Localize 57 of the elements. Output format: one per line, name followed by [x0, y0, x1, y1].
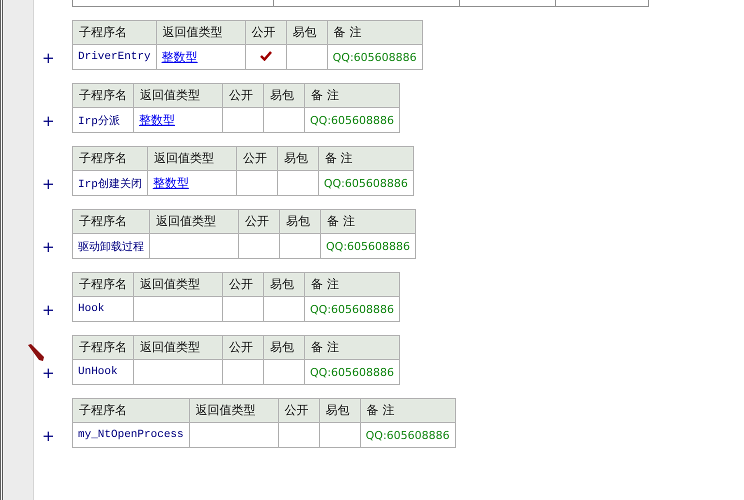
table-cell: QQ:605608886 [304, 296, 400, 322]
table-cell: QQ:605608886 [360, 422, 456, 448]
expand-toggle[interactable]: + [42, 427, 55, 445]
column-header: 备 注 [304, 84, 400, 108]
column-header: 返回值类型 [147, 146, 236, 170]
column-header: 子程序名 [72, 272, 134, 296]
table-cell: QQ:605608886 [320, 234, 416, 258]
column-header: 备 注 [320, 210, 416, 234]
column-header: 易包 [264, 272, 304, 296]
column-header: 子程序名 [72, 84, 134, 108]
column-header: 易包 [264, 336, 304, 360]
expand-toggle[interactable]: + [42, 301, 55, 319]
table-cell: UnHook [72, 360, 134, 384]
column-header: 子程序名 [72, 210, 150, 234]
column-header: 备 注 [360, 398, 456, 422]
expand-toggle[interactable]: + [42, 364, 55, 382]
column-header: 返回值类型 [134, 84, 222, 108]
table-cell: QQ:605608886 [327, 44, 422, 70]
check-icon [260, 51, 272, 61]
table-cell: Irp创建关闭 [72, 170, 148, 196]
column-header: 公开 [236, 146, 278, 170]
expand-toggle[interactable]: + [42, 175, 55, 193]
column-header: 公开 [222, 84, 264, 108]
expand-toggle[interactable]: + [42, 238, 55, 256]
column-header: 易包 [280, 210, 320, 234]
column-header: 备 注 [327, 20, 422, 44]
column-header: 备 注 [304, 336, 400, 360]
column-header: 子程序名 [72, 336, 134, 360]
column-header: 易包 [264, 84, 304, 108]
column-header: 易包 [277, 146, 318, 170]
table-cell: Hook [72, 296, 134, 322]
column-header: 公开 [222, 336, 264, 360]
column-header: 返回值类型 [189, 398, 278, 422]
column-header: 易包 [286, 20, 328, 44]
column-header: 公开 [238, 210, 280, 234]
column-header: 子程序名 [72, 20, 156, 44]
column-header: 返回值类型 [134, 272, 222, 296]
table-cell: DriverEntry [72, 44, 156, 70]
column-header: 返回值类型 [134, 336, 222, 360]
column-header: 返回值类型 [156, 20, 246, 44]
column-header: 备 注 [304, 272, 400, 296]
table-cell: QQ:605608886 [304, 108, 400, 132]
column-header: 易包 [319, 398, 360, 422]
column-header: 公开 [245, 20, 286, 44]
column-header: 返回值类型 [150, 210, 238, 234]
table-cell: QQ:605608886 [318, 170, 414, 196]
table-cell: 驱动卸载过程 [72, 234, 150, 258]
table-cell: Irp分派 [72, 108, 134, 132]
table-cell: my_NtOpenProcess [72, 422, 190, 448]
column-header: 备 注 [318, 146, 414, 170]
expand-toggle[interactable]: + [42, 112, 55, 130]
column-header: 子程序名 [72, 146, 148, 170]
column-header: 子程序名 [72, 398, 190, 422]
expand-toggle[interactable]: + [42, 49, 55, 67]
table-cell: QQ:605608886 [304, 360, 400, 384]
column-header: 公开 [222, 272, 264, 296]
column-header: 公开 [278, 398, 320, 422]
